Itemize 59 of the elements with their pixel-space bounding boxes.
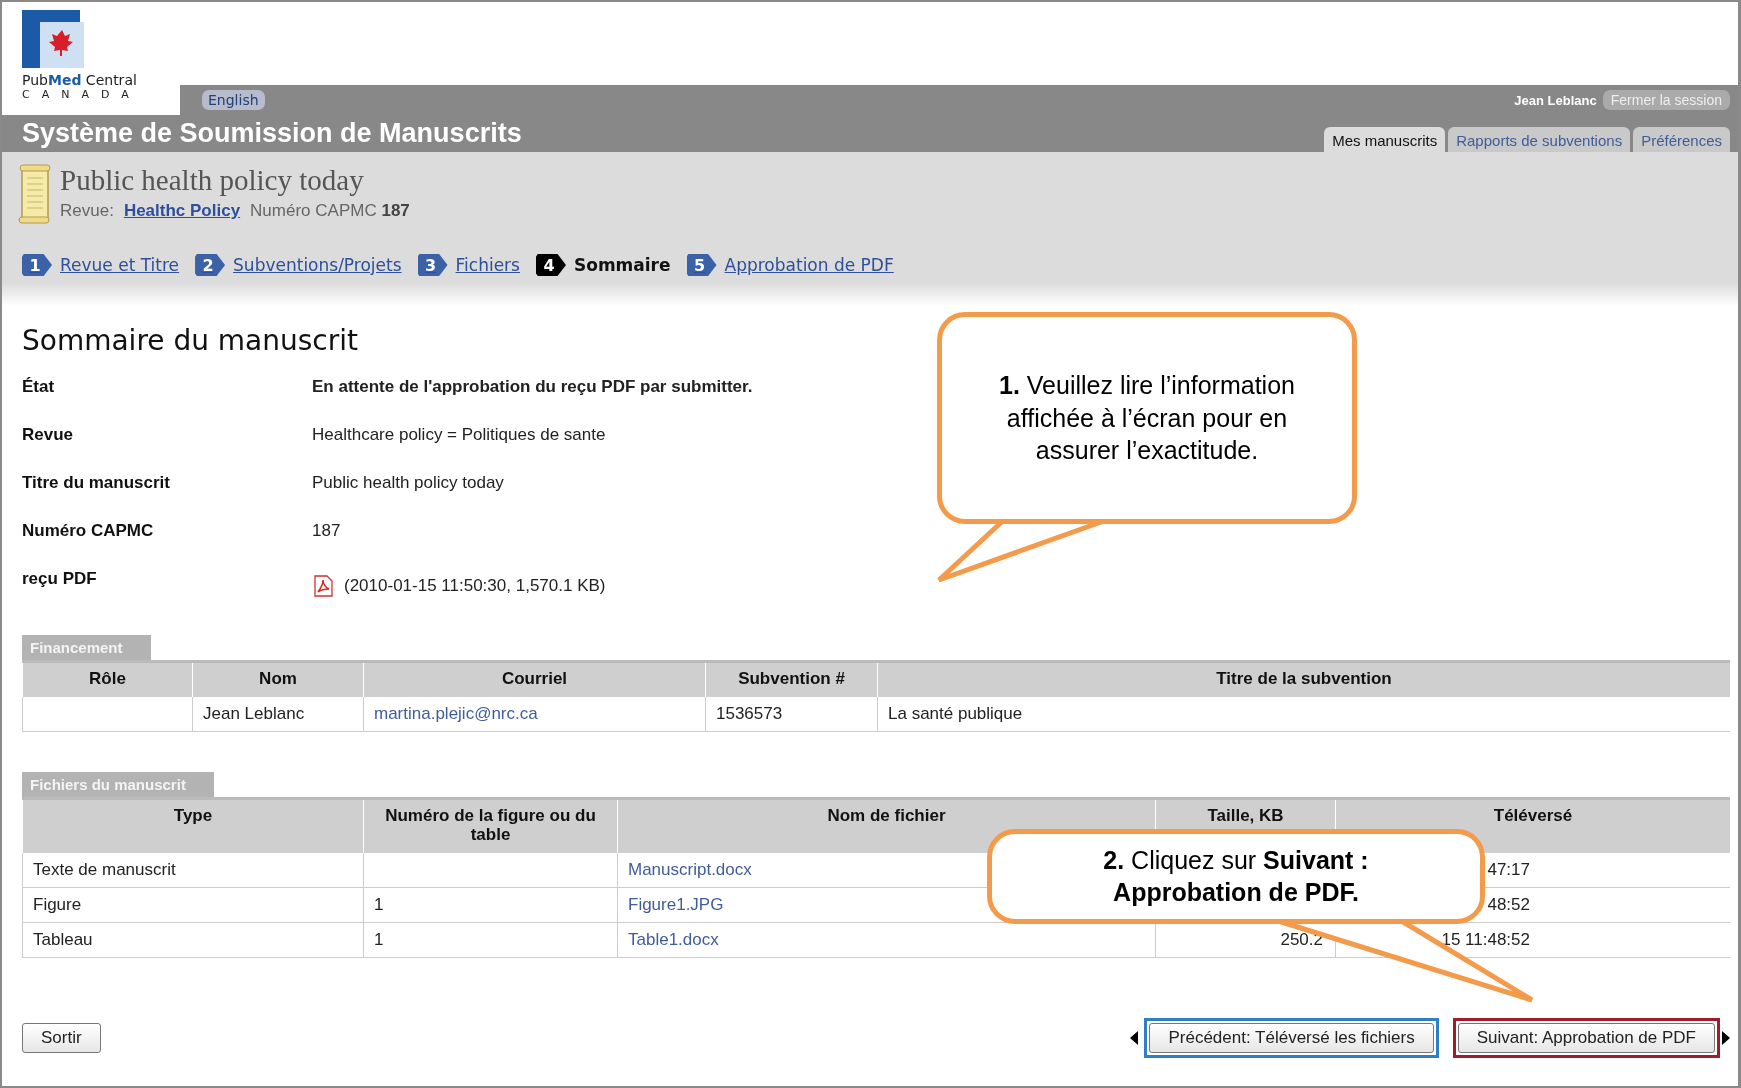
pdf-icon[interactable] <box>312 575 334 597</box>
field-value: En attente de l'approbation du reçu PDF par submitter. <box>312 377 753 397</box>
user-name: Jean Leblanc <box>1514 92 1597 108</box>
logo-text: PubMed Central <box>22 72 138 88</box>
journal-link[interactable]: Healthc Policy <box>123 201 241 221</box>
nav-tab[interactable]: Préférences <box>1633 127 1730 152</box>
step-number-badge: 1 <box>22 254 52 276</box>
table-cell: 1536573 <box>705 696 878 732</box>
field-value: Healthcare policy = Politiques de sante <box>312 425 606 445</box>
column-header: Numéro de la figure ou du table <box>363 798 618 853</box>
manuscript-title: Public health policy today <box>60 164 365 197</box>
table-cell: Texte de manuscrit <box>22 852 364 888</box>
field-label: État <box>22 377 56 397</box>
table-cell: La santé publique <box>877 696 1730 732</box>
nav-tab[interactable]: Mes manuscrits <box>1324 127 1446 152</box>
next-button[interactable]: Suivant: Approbation de PDF <box>1457 1022 1715 1053</box>
exit-button[interactable]: Sortir <box>22 1022 101 1053</box>
step-link[interactable]: 5 Approbation de PDF <box>686 254 894 276</box>
file-link[interactable]: Figure1.JPG <box>628 894 724 914</box>
column-header: Courriel <box>363 661 706 697</box>
logo-subtext: CANADA <box>22 88 142 101</box>
previous-button[interactable]: Précédent: Téléversé les fichiers <box>1149 1022 1434 1053</box>
field-label: reçu PDF <box>22 569 98 589</box>
table-cell: Figure <box>22 887 364 923</box>
step-link[interactable]: 4 Sommaire <box>535 254 671 276</box>
step-link[interactable]: 2 Subventions/Projets <box>195 254 402 276</box>
right-arrow-icon <box>1722 1030 1730 1045</box>
section-heading: Sommaire du manuscrit <box>22 324 359 357</box>
column-header: Nom <box>192 661 364 697</box>
table-cell: Tableau <box>22 922 364 958</box>
field-value: Public health policy today <box>312 473 504 493</box>
field-label: Revue <box>22 425 75 445</box>
step-number-badge: 2 <box>195 254 226 276</box>
step-link[interactable]: 3 Fichiers <box>417 254 520 276</box>
language-link[interactable]: English <box>202 90 265 110</box>
step-number-badge: 4 <box>535 254 566 276</box>
email-link[interactable]: martina.plejic@nrc.ca <box>374 703 538 723</box>
file-link[interactable]: Manuscript.docx <box>628 859 752 879</box>
nav-tab[interactable]: Rapports de subventions <box>1448 127 1631 152</box>
field-label: Titre du manuscrit <box>22 473 171 493</box>
app-title: Système de Soumission de Manuscrits <box>22 118 522 150</box>
step-number-badge: 5 <box>686 254 717 276</box>
column-header: Type <box>22 798 364 853</box>
capmc-number: Numéro CAPMC 187 <box>250 201 410 221</box>
step-link[interactable]: 1 Revue et Titre <box>22 254 180 276</box>
field-label: Numéro CAPMC <box>22 521 155 541</box>
scroll-icon <box>18 164 52 224</box>
column-header: Titre de la subvention <box>877 661 1730 697</box>
field-value: (2010-01-15 11:50:30, 1,570.1 KB) <box>344 576 606 596</box>
step-number-badge: 3 <box>417 254 448 276</box>
file-link[interactable]: Table1.docx <box>628 929 719 949</box>
column-header: Rôle <box>22 661 193 697</box>
left-arrow-icon <box>1130 1030 1139 1045</box>
table-cell: Jean Leblanc <box>192 696 364 732</box>
table-cell: 1 <box>363 887 618 923</box>
field-value: 187 <box>312 521 341 541</box>
table-cell: 1 <box>363 922 618 958</box>
column-header: Subvention # <box>705 661 878 697</box>
journal-label: Revue: <box>60 201 114 221</box>
